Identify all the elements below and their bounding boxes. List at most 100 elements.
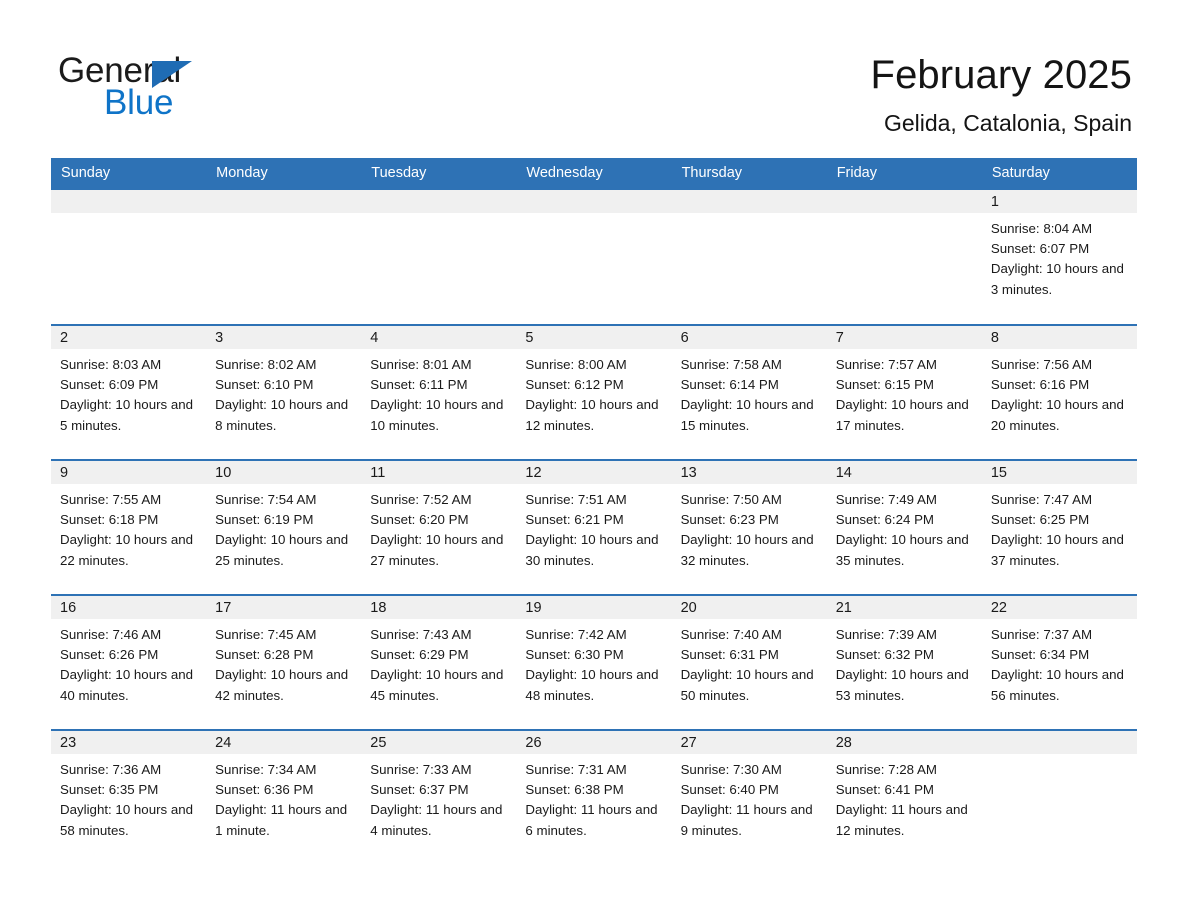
sunrise-text: Sunrise: 7:51 AM [525, 492, 627, 507]
day-number: 20 [671, 596, 827, 619]
sunset-text: Sunset: 6:11 PM [370, 377, 468, 393]
sunset-text: Sunset: 6:34 PM [990, 647, 1090, 663]
calendar-day-cell[interactable]: 16 Sunrise: 7:46 AM Sunset: 6:26 PM Dayligh… [51, 594, 207, 730]
sunrise-text: Sunrise: 7:57 AM [835, 357, 937, 372]
day-number: 16 [51, 596, 207, 619]
calendar-day-cell[interactable]: 2 Sunrise: 8:03 AM Sunset: 6:09 PM Daylight… [51, 324, 207, 460]
calendar-day-cell[interactable]: 25 Sunrise: 7:33 AM Sunset: 6:37 PM Dayligh… [361, 729, 517, 865]
calendar-page: General Blue February 2025 Gelida, Catal… [0, 0, 1188, 918]
sunrise-text: Sunrise: 7:28 AM [835, 762, 937, 777]
calendar-day-cell[interactable]: 12 Sunrise: 7:51 AM Sunset: 6:21 PM Dayligh… [516, 459, 672, 595]
sunset-text: Sunset: 6:18 PM [60, 512, 159, 528]
daylight-text: Daylight: 10 hours and 58 minutes. [60, 802, 194, 838]
calendar-cell-empty [51, 190, 207, 325]
day-details: Sunrise: 7:30 AM Sunset: 6:40 PM Daylight:… [672, 754, 827, 841]
sunset-text: Sunset: 6:16 PM [990, 377, 1090, 393]
daylight-text: Daylight: 10 hours and 42 minutes. [215, 667, 349, 703]
calendar-day-cell[interactable]: 28 Sunrise: 7:28 AM Sunset: 6:41 PM Dayligh… [826, 729, 982, 865]
calendar-day-cell[interactable]: 10 Sunrise: 7:54 AM Sunset: 6:19 PM Dayligh… [206, 459, 362, 595]
calendar-day-cell[interactable]: 8 Sunrise: 7:56 AM Sunset: 6:16 PM Daylight… [981, 324, 1137, 460]
daylight-text: Daylight: 10 hours and 27 minutes. [370, 532, 504, 568]
sunset-text: Sunset: 6:29 PM [370, 647, 469, 663]
day-details: Sunrise: 7:36 AM Sunset: 6:35 PM Daylight:… [51, 754, 206, 841]
day-number: 2 [51, 326, 207, 349]
calendar-week-row: 23 Sunrise: 7:36 AM Sunset: 6:35 PM Dayligh… [51, 729, 1137, 865]
calendar-day-cell[interactable]: 3 Sunrise: 8:02 AM Sunset: 6:10 PM Daylight… [206, 324, 362, 460]
calendar-day-cell[interactable]: 13 Sunrise: 7:50 AM Sunset: 6:23 PM Dayligh… [671, 459, 827, 595]
day-number: 22 [981, 596, 1137, 619]
day-details: Sunrise: 7:57 AM Sunset: 6:15 PM Daylight:… [827, 349, 982, 436]
day-number: 10 [206, 461, 362, 484]
calendar-day-cell[interactable]: 23 Sunrise: 7:36 AM Sunset: 6:35 PM Dayligh… [51, 729, 207, 865]
calendar-day-cell[interactable]: 5 Sunrise: 8:00 AM Sunset: 6:12 PM Daylight… [516, 324, 672, 460]
daylight-text: Daylight: 11 hours and 9 minutes. [680, 802, 813, 838]
logo-text-blue: Blue [104, 83, 174, 122]
daylight-text: Daylight: 10 hours and 17 minutes. [835, 397, 969, 433]
calendar-cell-empty [826, 190, 982, 325]
daylight-text: Daylight: 10 hours and 37 minutes. [990, 532, 1124, 568]
sunrise-text: Sunrise: 7:55 AM [60, 492, 162, 507]
daylight-text: Daylight: 10 hours and 30 minutes. [525, 532, 659, 568]
calendar-day-cell[interactable]: 26 Sunrise: 7:31 AM Sunset: 6:38 PM Dayligh… [516, 729, 672, 865]
daylight-text: Daylight: 10 hours and 25 minutes. [215, 532, 349, 568]
sunset-text: Sunset: 6:41 PM [835, 782, 935, 798]
day-number: 18 [361, 596, 517, 619]
calendar-day-cell[interactable]: 11 Sunrise: 7:52 AM Sunset: 6:20 PM Dayligh… [361, 459, 517, 595]
calendar-day-cell[interactable]: 19 Sunrise: 7:42 AM Sunset: 6:30 PM Dayligh… [516, 594, 672, 730]
daylight-text: Daylight: 10 hours and 12 minutes. [525, 397, 659, 433]
sunset-text: Sunset: 6:35 PM [60, 782, 159, 798]
sunrise-text: Sunrise: 7:52 AM [370, 492, 472, 507]
calendar-day-cell[interactable]: 24 Sunrise: 7:34 AM Sunset: 6:36 PM Dayligh… [206, 729, 362, 865]
day-number: 11 [361, 461, 517, 484]
calendar-day-cell[interactable]: 7 Sunrise: 7:57 AM Sunset: 6:15 PM Daylight… [826, 324, 982, 460]
calendar-day-cell[interactable]: 9 Sunrise: 7:55 AM Sunset: 6:18 PM Daylight… [51, 459, 207, 595]
calendar-day-cell[interactable]: 18 Sunrise: 7:43 AM Sunset: 6:29 PM Dayligh… [361, 594, 517, 730]
day-number: 8 [981, 326, 1137, 349]
day-number: 17 [206, 596, 362, 619]
page-title: February 2025 [870, 53, 1132, 97]
weekday-header-wednesday: Wednesday [516, 158, 672, 190]
daylight-text: Daylight: 10 hours and 32 minutes. [680, 532, 814, 568]
day-number: 15 [981, 461, 1137, 484]
day-number [981, 731, 1137, 754]
sunset-text: Sunset: 6:24 PM [835, 512, 935, 528]
daylight-text: Daylight: 10 hours and 15 minutes. [680, 397, 814, 433]
calendar-week-row: 1 Sunrise: 8:04 AM Sunset: 6:07 PM Daylight… [51, 190, 1137, 325]
calendar-day-cell[interactable]: 1 Sunrise: 8:04 AM Sunset: 6:07 PM Daylight… [981, 190, 1137, 325]
sunset-text: Sunset: 6:40 PM [680, 782, 779, 798]
general-blue-logo[interactable]: General Blue [58, 52, 318, 132]
weekday-header: Sunday Monday Tuesday Wednesday Thursday Frid… [51, 158, 1137, 190]
calendar-week-row: 2 Sunrise: 8:03 AM Sunset: 6:09 PM Daylight… [51, 324, 1137, 460]
day-details: Sunrise: 7:37 AM Sunset: 6:34 PM Daylight:… [982, 619, 1137, 706]
weekday-header-thursday: Thursday [671, 158, 827, 190]
day-number: 25 [361, 731, 517, 754]
sunrise-text: Sunrise: 8:04 AM [990, 221, 1093, 236]
calendar-day-cell[interactable]: 15 Sunrise: 7:47 AM Sunset: 6:25 PM Dayligh… [981, 459, 1137, 595]
calendar-day-cell[interactable]: 27 Sunrise: 7:30 AM Sunset: 6:40 PM Dayligh… [671, 729, 827, 865]
daylight-text: Daylight: 10 hours and 3 minutes. [990, 261, 1124, 297]
daylight-text: Daylight: 10 hours and 35 minutes. [835, 532, 969, 568]
day-details: Sunrise: 7:34 AM Sunset: 6:36 PM Daylight:… [206, 754, 361, 841]
calendar-day-cell[interactable]: 20 Sunrise: 7:40 AM Sunset: 6:31 PM Dayligh… [671, 594, 827, 730]
sunset-text: Sunset: 6:15 PM [835, 377, 935, 393]
calendar-day-cell[interactable]: 14 Sunrise: 7:49 AM Sunset: 6:24 PM Dayligh… [826, 459, 982, 595]
calendar-day-cell[interactable]: 17 Sunrise: 7:45 AM Sunset: 6:28 PM Dayligh… [206, 594, 362, 730]
sunset-text: Sunset: 6:25 PM [990, 512, 1090, 528]
calendar-cell-empty [981, 729, 1137, 865]
sunrise-text: Sunrise: 7:36 AM [60, 762, 162, 777]
sunrise-text: Sunrise: 7:43 AM [370, 627, 472, 642]
calendar-day-cell[interactable]: 22 Sunrise: 7:37 AM Sunset: 6:34 PM Dayligh… [981, 594, 1137, 730]
sunset-text: Sunset: 6:14 PM [680, 377, 779, 393]
day-details: Sunrise: 7:31 AM Sunset: 6:38 PM Daylight:… [516, 754, 671, 841]
calendar-day-cell[interactable]: 4 Sunrise: 8:01 AM Sunset: 6:11 PM Daylight… [361, 324, 517, 460]
day-details: Sunrise: 7:54 AM Sunset: 6:19 PM Daylight:… [206, 484, 361, 571]
daylight-text: Daylight: 11 hours and 12 minutes. [835, 802, 968, 838]
day-details: Sunrise: 7:50 AM Sunset: 6:23 PM Daylight:… [672, 484, 827, 571]
weekday-header-friday: Friday [826, 158, 982, 190]
sunrise-text: Sunrise: 8:02 AM [215, 357, 317, 372]
day-number: 27 [671, 731, 827, 754]
calendar-day-cell[interactable]: 21 Sunrise: 7:39 AM Sunset: 6:32 PM Dayligh… [826, 594, 982, 730]
sunset-text: Sunset: 6:31 PM [680, 647, 779, 663]
sunrise-text: Sunrise: 8:01 AM [370, 357, 472, 372]
calendar-day-cell[interactable]: 6 Sunrise: 7:58 AM Sunset: 6:14 PM Daylight… [671, 324, 827, 460]
